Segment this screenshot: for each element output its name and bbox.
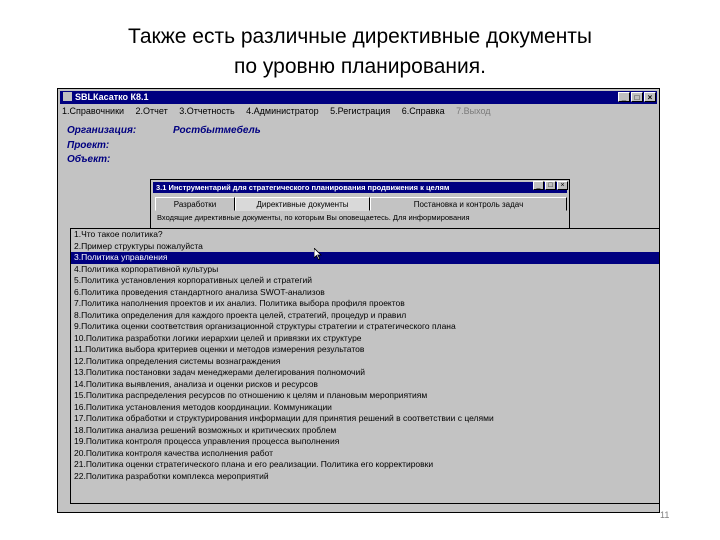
list-item[interactable]: 8.Политика определения для каждого проек… (71, 310, 659, 322)
window-controls: _ □ × (617, 92, 656, 103)
window-title: SBLКасатко К8.1 (75, 92, 149, 102)
list-item[interactable]: 3.Политика управления (71, 252, 659, 264)
slide-title: Также есть различные директивные докумен… (40, 22, 680, 82)
maximize-button[interactable]: □ (631, 92, 643, 102)
menu-item-exit[interactable]: 7.Выход (456, 106, 490, 116)
slide-title-line1: Также есть различные директивные докумен… (127, 25, 593, 48)
tab-tasks[interactable]: Постановка и контроль задач (370, 197, 567, 211)
list-item[interactable]: 13.Политика постановки задач менеджерами… (71, 367, 659, 379)
list-item[interactable]: 10.Политика разработки логики иерархии ц… (71, 333, 659, 345)
page-number: 11 (660, 510, 670, 520)
policy-dropdown-list: 1.Что такое политика? 2.Пример структуры … (70, 228, 660, 504)
org-label: Организация: (67, 125, 137, 136)
close-button[interactable]: × (644, 92, 656, 102)
object-label: Объект: (67, 154, 111, 165)
subwindow-tabs: Разработки Директивные документы Постано… (155, 197, 567, 211)
app-icon (63, 92, 72, 101)
list-item[interactable]: 6.Политика проведения стандартного анали… (71, 287, 659, 299)
list-item[interactable]: 16.Политика установления методов координ… (71, 402, 659, 414)
list-item[interactable]: 9.Политика оценки соответствия организац… (71, 321, 659, 333)
list-item[interactable]: 21.Политика оценки стратегического плана… (71, 459, 659, 471)
menu-item-report[interactable]: 2.Отчет (136, 106, 168, 116)
tab-developments[interactable]: Разработки (155, 197, 235, 211)
list-item[interactable]: 7.Политика наполнения проектов и их анал… (71, 298, 659, 310)
list-item[interactable]: 12.Политика определения системы вознагра… (71, 356, 659, 368)
subwindow-minimize-button[interactable]: _ (533, 181, 544, 190)
slide-title-line2: по уровню планирования. (234, 55, 486, 78)
menu-item-admin[interactable]: 4.Администратор (246, 106, 318, 116)
menu-item-help[interactable]: 6.Справка (402, 106, 445, 116)
menu-item-directories[interactable]: 1.Справочники (62, 106, 124, 116)
project-label: Проект: (67, 140, 110, 151)
list-item[interactable]: 1.Что такое политика? (71, 229, 659, 241)
subwindow-close-button[interactable]: × (557, 181, 568, 190)
list-item[interactable]: 15.Политика распределения ресурсов по от… (71, 390, 659, 402)
minimize-button[interactable]: _ (618, 92, 630, 102)
subwindow-description: Входящие директивные документы, по котор… (157, 213, 470, 222)
list-item[interactable]: 14.Политика выявления, анализа и оценки … (71, 379, 659, 391)
tab-directive-documents[interactable]: Директивные документы (235, 197, 370, 211)
list-item[interactable]: 2.Пример структуры пожалуйста (71, 241, 659, 253)
mouse-cursor-icon (314, 248, 322, 260)
subwindow-maximize-button[interactable]: □ (545, 181, 556, 190)
menu-bar: 1.Справочники 2.Отчет 3.Отчетность 4.Адм… (62, 105, 655, 118)
org-value: Ростбытмебель (173, 125, 261, 136)
list-item[interactable]: 5.Политика установления корпоративных це… (71, 275, 659, 287)
list-item[interactable]: 4.Политика корпоративной культуры (71, 264, 659, 276)
list-item[interactable]: 11.Политика выбора критериев оценки и ме… (71, 344, 659, 356)
menu-item-registration[interactable]: 5.Регистрация (330, 106, 390, 116)
window-titlebar[interactable]: SBLКасатко К8.1 _ □ × (60, 91, 657, 104)
list-item[interactable]: 17.Политика обработки и структурирования… (71, 413, 659, 425)
list-item[interactable]: 22.Политика разработки комплекса меропри… (71, 471, 659, 483)
subwindow-titlebar[interactable]: 3.1 Инструментарий для стратегического п… (153, 182, 567, 193)
list-item[interactable]: 18.Политика анализа решений возможных и … (71, 425, 659, 437)
list-item[interactable]: 19.Политика контроля процесса управления… (71, 436, 659, 448)
menu-item-reporting[interactable]: 3.Отчетность (179, 106, 234, 116)
subwindow-title: 3.1 Инструментарий для стратегического п… (156, 183, 450, 192)
list-item[interactable]: 20.Политика контроля качества исполнения… (71, 448, 659, 460)
